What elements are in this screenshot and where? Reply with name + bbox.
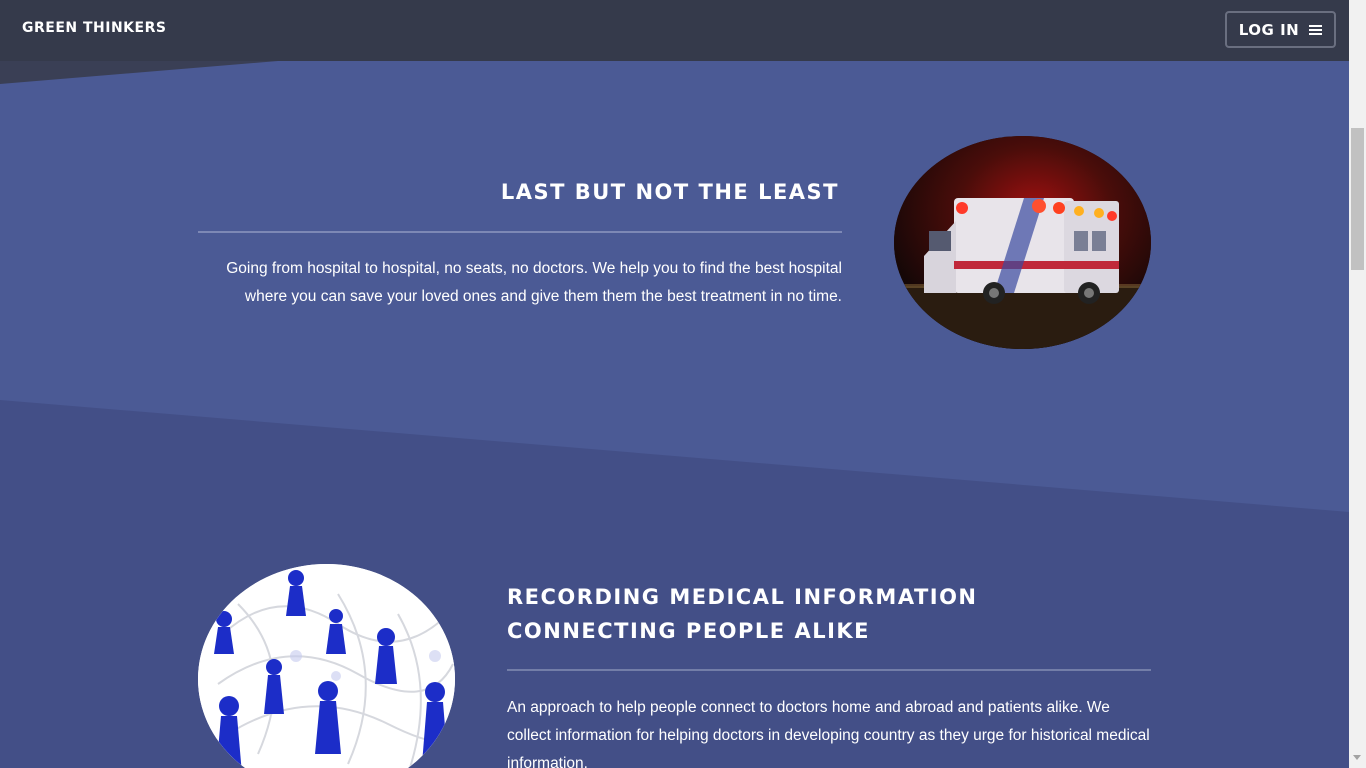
navbar: GREEN THINKERS LOG IN — [0, 0, 1349, 61]
section-description: An approach to help people connect to do… — [507, 699, 1150, 768]
scroll-down-arrow-icon[interactable] — [1353, 755, 1361, 760]
section-title: LAST BUT NOT THE LEAST — [500, 180, 839, 204]
brand-logo[interactable]: GREEN THINKERS — [22, 20, 166, 36]
section-title: RECORDING MEDICAL INFORMATION CONNECTING… — [507, 585, 978, 643]
page: GREEN THINKERS LOG IN LAST BUT NOT THE L… — [0, 0, 1366, 768]
section-divider — [507, 669, 1151, 671]
vertical-scrollbar[interactable] — [1349, 0, 1366, 768]
section-description: Going from hospital to hospital, no seat… — [226, 260, 842, 305]
scrollbar-thumb[interactable] — [1351, 128, 1364, 270]
ambulance-image — [894, 136, 1151, 349]
section-divider — [198, 231, 842, 233]
login-menu-button[interactable]: LOG IN — [1225, 11, 1336, 48]
hamburger-menu-icon — [1309, 24, 1323, 35]
login-label: LOG IN — [1238, 20, 1300, 39]
